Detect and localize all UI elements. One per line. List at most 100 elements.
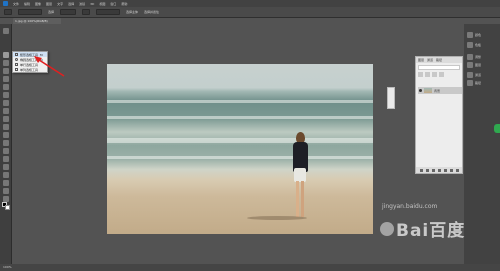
hand-tool-icon[interactable] — [3, 188, 9, 194]
layers-panel-tabs: 图层 通道 路径 — [416, 57, 462, 63]
quick-select-tool-icon[interactable] — [3, 68, 9, 74]
visibility-eye-icon[interactable] — [419, 89, 422, 92]
menu-item[interactable]: 滤镜 — [79, 2, 85, 6]
side-tab-button[interactable] — [494, 124, 500, 133]
menu-item[interactable]: 图像 — [35, 2, 41, 6]
document-image[interactable] — [107, 64, 373, 234]
adjust-icon[interactable] — [467, 54, 473, 60]
tool-preset-picker[interactable] — [4, 9, 12, 15]
healing-tool-icon[interactable] — [3, 92, 9, 98]
layer-filter-input[interactable] — [418, 65, 460, 70]
mode-select[interactable] — [18, 9, 42, 15]
ellipse-marquee-icon — [15, 58, 18, 61]
blend-mode-select[interactable] — [418, 72, 423, 77]
menu-item[interactable]: 3D — [90, 2, 94, 6]
move-tool-icon[interactable] — [3, 28, 9, 34]
right-panel-dock: 颜色 色板 调整 图层 通道 路径 — [464, 24, 500, 264]
panel-label[interactable]: 图层 — [475, 63, 481, 67]
layer-controls — [418, 72, 460, 77]
lock-icon[interactable] — [432, 72, 437, 77]
stamp-tool-icon[interactable] — [3, 108, 9, 114]
blur-tool-icon[interactable] — [3, 140, 9, 146]
select-subject-button[interactable] — [96, 9, 121, 15]
status-bar: 100% — [0, 264, 500, 271]
mask-icon[interactable] — [432, 168, 435, 172]
color-swatches[interactable] — [2, 202, 10, 210]
watermark-url: jingyan.baidu.com — [382, 203, 438, 210]
layers-panel: 图层 通道 路径 背景 — [415, 56, 463, 174]
dodge-tool-icon[interactable] — [3, 148, 9, 154]
channels-icon[interactable] — [467, 72, 473, 78]
options-dropdown[interactable] — [60, 9, 77, 15]
menu-item[interactable]: 文件 — [13, 2, 19, 6]
crop-tool-icon[interactable] — [3, 76, 9, 82]
layers-panel-footer — [416, 167, 462, 173]
panel-label[interactable]: 路径 — [475, 81, 481, 85]
layer-row[interactable]: 背景 — [418, 87, 462, 94]
history-brush-tool-icon[interactable] — [3, 116, 9, 122]
select-subject-label: 选择主体 — [126, 10, 139, 14]
menu-item[interactable]: 编辑 — [24, 2, 30, 6]
path-select-tool-icon[interactable] — [3, 172, 9, 178]
eyedropper-tool-icon[interactable] — [3, 84, 9, 90]
gradient-tool-icon[interactable] — [3, 132, 9, 138]
person-skirt — [294, 168, 306, 182]
new-layer-icon[interactable] — [450, 168, 453, 172]
menu-bar: 文件 编辑 图像 图层 文字 选择 滤镜 3D 视图 窗口 帮助 — [0, 0, 500, 7]
panel-label[interactable]: 色板 — [475, 43, 481, 47]
wave-foam — [107, 116, 373, 119]
color-icon[interactable] — [467, 32, 473, 38]
trash-icon[interactable] — [456, 168, 459, 172]
watermark: Bai百度 — [380, 216, 465, 241]
menu-item[interactable]: 图层 — [46, 2, 52, 6]
layer-name: 背景 — [434, 88, 441, 93]
brush-tool-icon[interactable] — [3, 100, 9, 106]
marquee-tool-icon[interactable] — [3, 52, 9, 58]
tab-paths[interactable]: 路径 — [436, 58, 442, 62]
background-color-swatch[interactable] — [5, 205, 10, 210]
options-bar: 选择 选择主体 选择并遮住 — [0, 7, 500, 18]
select-and-mask-button[interactable]: 选择并遮住 — [144, 10, 159, 14]
tab-channels[interactable]: 通道 — [427, 58, 433, 62]
menu-item[interactable]: 选择 — [68, 2, 74, 6]
rect-marquee-icon — [15, 53, 18, 56]
layer-thumbnail — [424, 88, 432, 93]
panel-label[interactable]: 颜色 — [475, 33, 481, 37]
single-column-marquee-icon — [15, 68, 18, 71]
mode-label: 选择 — [48, 10, 55, 14]
paths-icon[interactable] — [467, 80, 473, 86]
panel-label[interactable]: 通道 — [475, 73, 481, 77]
wave-foam — [107, 138, 373, 143]
tab-layers[interactable]: 图层 — [418, 58, 424, 62]
tool-option-icon[interactable] — [82, 9, 91, 15]
wave-foam — [107, 156, 373, 159]
menu-item[interactable]: 窗口 — [110, 2, 116, 6]
properties-mini-panel[interactable] — [387, 87, 395, 109]
adjustment-layer-icon[interactable] — [438, 168, 441, 172]
annotation-arrow — [34, 56, 65, 77]
watermark-brand: Bai百度 — [396, 221, 466, 241]
new-group-icon[interactable] — [444, 168, 447, 172]
person-shadow — [247, 216, 307, 220]
shape-tool-icon[interactable] — [3, 180, 9, 186]
photoshop-logo-icon — [3, 1, 8, 6]
pen-tool-icon[interactable] — [3, 156, 9, 162]
eraser-tool-icon[interactable] — [3, 124, 9, 130]
layers-icon[interactable] — [467, 62, 473, 68]
person-leg — [301, 181, 304, 217]
fill-field[interactable] — [439, 72, 444, 77]
lasso-tool-icon[interactable] — [3, 60, 9, 66]
opacity-field[interactable] — [425, 72, 430, 77]
menu-item[interactable]: 视图 — [99, 2, 105, 6]
swatches-icon[interactable] — [467, 42, 473, 48]
person-leg — [296, 181, 299, 217]
panel-label[interactable]: 调整 — [475, 55, 481, 59]
person-figure — [247, 132, 317, 222]
wave-foam — [107, 100, 373, 103]
zoom-level[interactable]: 100% — [3, 265, 12, 269]
menu-item[interactable]: 帮助 — [121, 2, 127, 6]
link-layers-icon[interactable] — [420, 168, 423, 172]
fx-icon[interactable] — [426, 168, 429, 172]
menu-item[interactable]: 文字 — [57, 2, 63, 6]
type-tool-icon[interactable] — [3, 164, 9, 170]
